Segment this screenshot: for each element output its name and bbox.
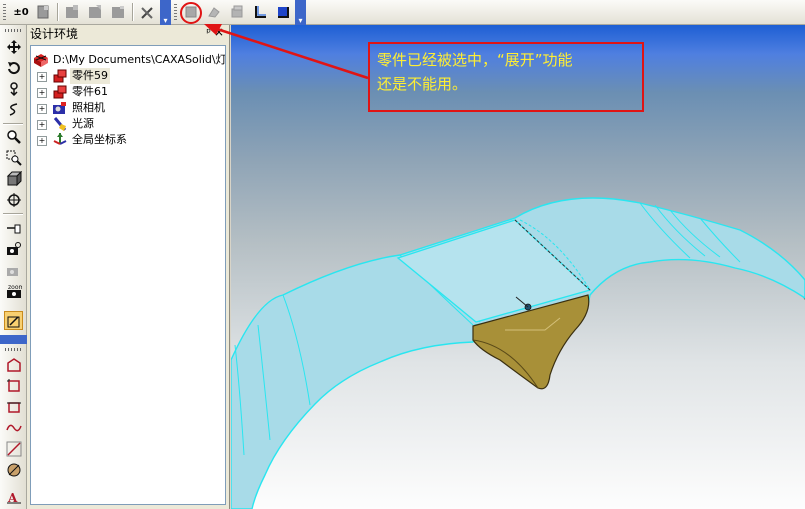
tree-item-part61[interactable]: + 零件61	[37, 84, 217, 100]
part-icon	[52, 84, 68, 100]
toolbar-separator	[3, 123, 23, 125]
callout-line-2: 还是不能用。	[377, 75, 468, 93]
expand-toggle[interactable]: +	[37, 136, 47, 146]
tree-item-camera[interactable]: + 照相机	[37, 100, 217, 116]
fold-icon[interactable]	[205, 3, 223, 21]
view-orient-icon[interactable]	[4, 169, 23, 188]
toolbar-grip[interactable]	[3, 4, 6, 21]
text-tool-icon[interactable]: A	[4, 487, 23, 506]
tree-item-global-axes[interactable]: + 全局坐标系	[37, 132, 217, 148]
left-toolbar-chevron[interactable]	[0, 335, 27, 344]
bend-flange-icon[interactable]	[274, 3, 292, 21]
expand-toggle[interactable]: +	[37, 120, 47, 130]
pick-icon[interactable]	[4, 218, 23, 237]
design-tree: D:\My Documents\CAXASolid\灯 + 零件59 + 零件6…	[30, 45, 226, 505]
toolbar-overflow-chevron[interactable]: ▾	[160, 0, 171, 25]
tree-item-label: 照相机	[72, 101, 105, 114]
rect-corner-icon[interactable]	[4, 376, 23, 395]
expand-toggle[interactable]: +	[37, 104, 47, 114]
svg-text:zoom: zoom	[8, 284, 22, 291]
axes-icon	[52, 132, 68, 148]
spin-icon[interactable]	[4, 100, 23, 119]
light-icon	[52, 116, 68, 132]
sketch-active-icon[interactable]	[4, 311, 23, 330]
camera-disabled-icon[interactable]	[4, 260, 23, 279]
design-root-icon	[33, 52, 49, 68]
camera-icon	[52, 100, 68, 116]
line-icon[interactable]	[4, 439, 23, 458]
pin-icon[interactable]: ᵖ	[206, 26, 211, 39]
tools-icon[interactable]	[138, 3, 156, 21]
close-icon[interactable]: ×	[214, 25, 224, 39]
circle-icon[interactable]	[4, 460, 23, 479]
main-toolbar: ±0 ▾ ▾	[0, 0, 805, 25]
part-b-icon[interactable]	[86, 3, 104, 21]
camera-zoom-icon[interactable]: zoom	[4, 281, 23, 300]
tree-item-label: 零件61	[72, 85, 108, 98]
expand-toggle[interactable]: +	[37, 88, 47, 98]
toolbar-grip[interactable]	[5, 348, 21, 351]
tree-root-label: D:\My Documents\CAXASolid\灯	[53, 53, 226, 66]
tree-item-light[interactable]: + 光源	[37, 116, 217, 132]
bend-l-icon[interactable]	[251, 3, 269, 21]
panel-title: 设计环境	[30, 27, 79, 41]
toolbar-grip[interactable]	[5, 29, 21, 32]
part-a-icon[interactable]	[63, 3, 81, 21]
expand-toggle[interactable]: +	[37, 72, 47, 82]
toolbar-grip[interactable]	[174, 4, 177, 21]
unfold-highlight-circle	[180, 2, 202, 24]
part-c-icon[interactable]	[109, 3, 127, 21]
design-environment-panel: 设计环境 ᵖ × D:\My Documents\CAXASolid\灯 + 零…	[27, 25, 230, 509]
left-toolbar: zoom A	[0, 25, 27, 509]
rect-offset-icon[interactable]	[4, 397, 23, 416]
pan-down-icon[interactable]	[4, 79, 23, 98]
move-icon[interactable]	[4, 37, 23, 56]
tree-root[interactable]: D:\My Documents\CAXASolid\灯	[33, 52, 226, 68]
rotate-icon[interactable]	[4, 58, 23, 77]
zoom-window-icon[interactable]	[4, 148, 23, 167]
annotation-callout: 零件已经被选中，“展开”功能 还是不能用。	[368, 42, 644, 112]
zoom-icon[interactable]	[4, 127, 23, 146]
box-icon[interactable]	[228, 3, 246, 21]
part-icon	[52, 68, 68, 84]
zero-button[interactable]: ±0	[10, 3, 32, 21]
tree-item-label: 零件59	[70, 68, 110, 84]
tree-item-label: 全局坐标系	[72, 133, 127, 146]
tree-item-label: 光源	[72, 117, 94, 130]
callout-line-1: 零件已经被选中，“展开”功能	[377, 51, 573, 69]
wave-curve-icon[interactable]	[4, 418, 23, 437]
toolbar-separator	[3, 213, 23, 215]
new-icon[interactable]	[34, 3, 52, 21]
toolbar-separator	[57, 3, 59, 21]
camera-tool-icon[interactable]	[4, 239, 23, 258]
toolbar-overflow-chevron[interactable]: ▾	[295, 0, 306, 25]
target-icon[interactable]	[4, 190, 23, 209]
tree-item-part59[interactable]: + 零件59	[37, 68, 217, 84]
toolbar-separator	[132, 3, 134, 21]
polygon-draw-icon[interactable]	[4, 355, 23, 374]
